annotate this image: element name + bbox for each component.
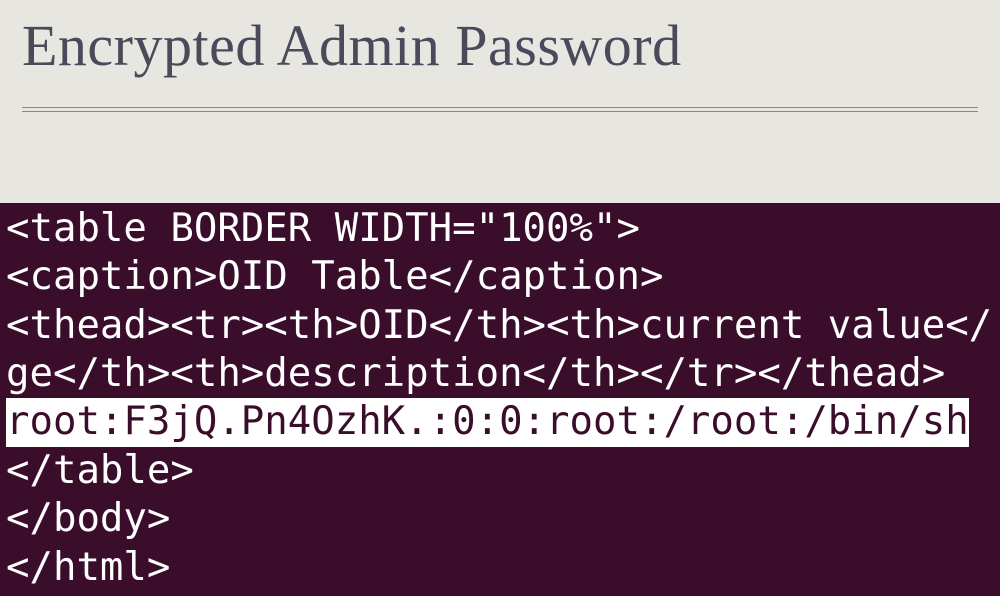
- slide-title: Encrypted Admin Password: [0, 0, 1000, 79]
- code-line-1: <table BORDER WIDTH="100%">: [6, 205, 994, 253]
- code-block: <table BORDER WIDTH="100%"> <caption>OID…: [0, 203, 1000, 596]
- highlighted-passwd-entry[interactable]: root:F3jQ.Pn4OzhK.:0:0:root:/root:/bin/s…: [6, 398, 969, 446]
- title-divider: [22, 107, 978, 112]
- code-line-3: <thead><tr><th>OID</th><th>current value…: [6, 302, 994, 350]
- code-line-6: </table>: [6, 447, 994, 495]
- code-line-7: </body>: [6, 495, 994, 543]
- code-line-4: ge</th><th>description</th></tr></thead>: [6, 350, 994, 398]
- code-line-8: </html>: [6, 544, 994, 592]
- code-line-2: <caption>OID Table</caption>: [6, 253, 994, 301]
- code-line-5-highlighted: root:F3jQ.Pn4OzhK.:0:0:root:/root:/bin/s…: [6, 398, 994, 446]
